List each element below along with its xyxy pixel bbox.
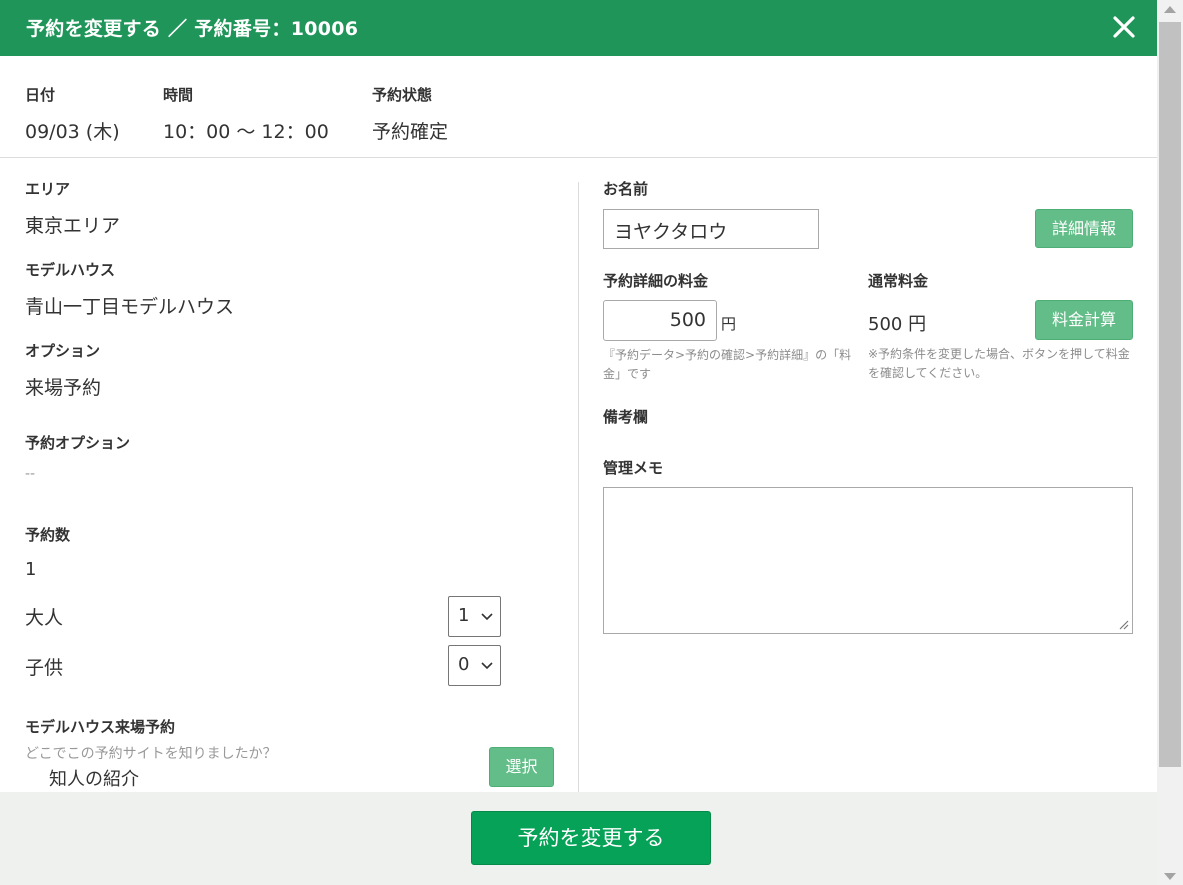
child-label: 子供 bbox=[25, 657, 64, 679]
child-count-select[interactable]: 0 bbox=[448, 645, 501, 686]
close-icon[interactable] bbox=[1110, 12, 1138, 42]
scrollbar-thumb[interactable] bbox=[1159, 22, 1181, 767]
price-calc-button[interactable]: 料金計算 bbox=[1035, 300, 1133, 340]
child-count-value: 0 bbox=[458, 654, 470, 675]
option-label: オプション bbox=[25, 342, 101, 360]
time-value: 10：00 ～ 12：00 bbox=[163, 121, 329, 143]
column-divider bbox=[578, 182, 579, 792]
detail-price-label: 予約詳細の料金 bbox=[603, 272, 709, 290]
visit-reservation-label: モデルハウス来場予約 bbox=[25, 718, 176, 736]
model-house-label: モデルハウス bbox=[25, 261, 116, 279]
area-value: 東京エリア bbox=[25, 215, 121, 237]
status-value: 予約確定 bbox=[372, 121, 449, 143]
count-label: 予約数 bbox=[25, 526, 71, 544]
normal-price-label: 通常料金 bbox=[868, 272, 929, 290]
memo-label: 管理メモ bbox=[603, 459, 664, 477]
chevron-down-icon bbox=[481, 613, 493, 621]
model-house-value: 青山一丁目モデルハウス bbox=[25, 296, 235, 318]
remarks-label: 備考欄 bbox=[603, 408, 649, 426]
reservation-option-label: 予約オプション bbox=[25, 434, 131, 452]
option-value: 来場予約 bbox=[25, 377, 102, 399]
status-label: 予約状態 bbox=[372, 86, 433, 104]
submit-change-button[interactable]: 予約を変更する bbox=[471, 811, 711, 865]
section-divider bbox=[0, 157, 1157, 158]
modal-title: 予約を変更する ／ 予約番号：10006 bbox=[26, 18, 359, 40]
area-label: エリア bbox=[25, 180, 71, 198]
chevron-down-icon bbox=[481, 662, 493, 670]
memo-textarea[interactable] bbox=[603, 487, 1133, 634]
detail-price-input[interactable]: 500 bbox=[603, 300, 717, 341]
modal-header: 予約を変更する ／ 予約番号：10006 bbox=[0, 0, 1157, 56]
adult-count-select[interactable]: 1 bbox=[448, 596, 501, 637]
normal-price-value: 500 円 bbox=[868, 314, 927, 335]
scroll-up-arrow-icon[interactable] bbox=[1164, 6, 1176, 13]
time-label: 時間 bbox=[163, 86, 194, 104]
date-value: 09/03 (木) bbox=[25, 121, 120, 143]
scroll-down-arrow-icon[interactable] bbox=[1164, 873, 1176, 880]
survey-question: どこでこの予約サイトを知りましたか？ bbox=[25, 746, 277, 762]
price-calc-note: ※予約条件を変更した場合、ボタンを押して料金を確認してください。 bbox=[868, 347, 1130, 380]
reservation-option-value: -- bbox=[25, 466, 36, 482]
name-input[interactable]: ヨヤクタロウ bbox=[603, 209, 819, 249]
count-value: 1 bbox=[25, 559, 37, 580]
adult-label: 大人 bbox=[25, 607, 64, 629]
detail-info-button[interactable]: 詳細情報 bbox=[1035, 209, 1133, 248]
survey-answer: 知人の紹介 bbox=[49, 769, 139, 790]
yen-unit: 円 bbox=[721, 315, 737, 333]
detail-price-note: 『予約データ>予約の確認>予約詳細』の「料金」です bbox=[603, 348, 852, 381]
select-button[interactable]: 選択 bbox=[489, 747, 554, 787]
resize-handle-icon[interactable] bbox=[1117, 618, 1129, 630]
date-label: 日付 bbox=[25, 86, 56, 104]
name-label: お名前 bbox=[603, 180, 649, 198]
adult-count-value: 1 bbox=[458, 605, 470, 626]
